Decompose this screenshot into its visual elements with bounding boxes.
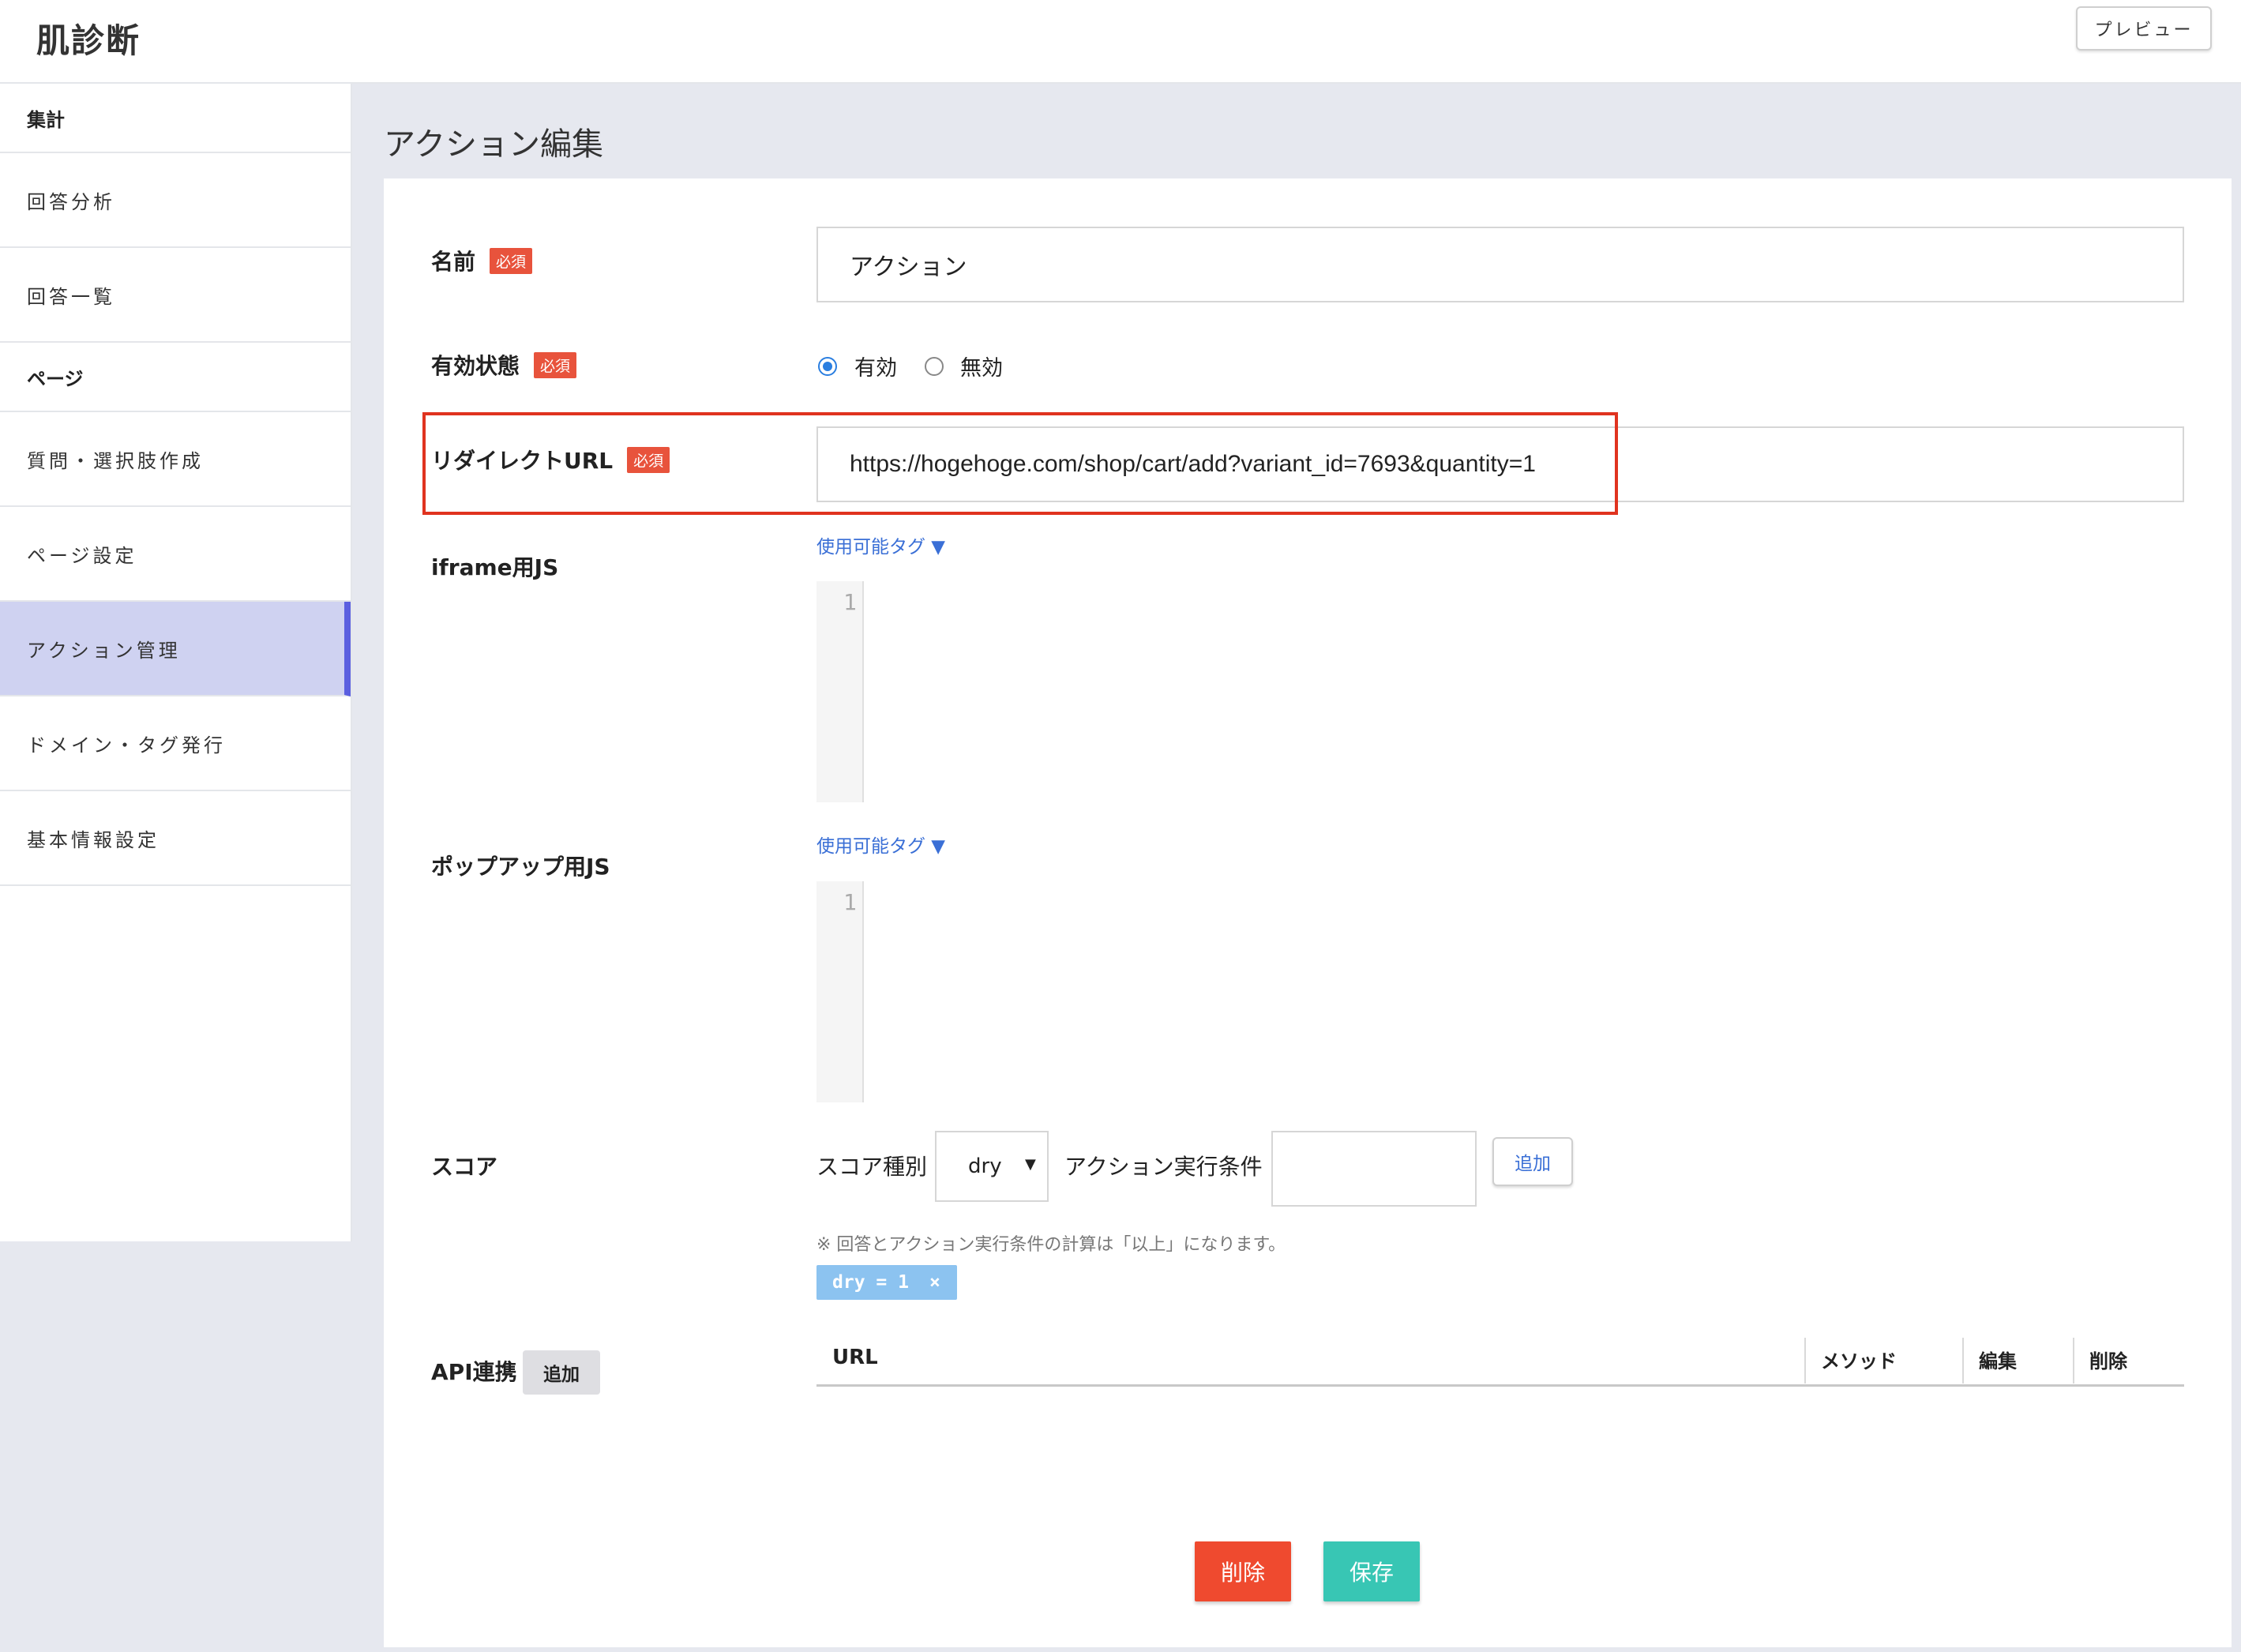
required-badge: 必須 (490, 247, 533, 274)
status-label: 有効状態 必須 (431, 349, 577, 381)
api-column-edit: 編集 (1979, 1350, 2017, 1372)
sidebar-section-page: ページ (0, 343, 351, 412)
popup-available-tags-link[interactable]: 使用可能タグ ▼ (816, 831, 945, 858)
preview-button[interactable]: プレビュー (2076, 6, 2212, 51)
condition-input[interactable] (1271, 1131, 1477, 1207)
sidebar-item-answer-analysis[interactable]: 回答分析 (0, 153, 351, 248)
sidebar-item-answer-list[interactable]: 回答一覧 (0, 248, 351, 343)
form-card (384, 178, 2232, 1647)
name-label-text: 名前 (431, 249, 476, 275)
popup-js-label: ポップアップ用JS (431, 854, 610, 880)
close-icon[interactable]: × (929, 1272, 940, 1293)
app-title: 肌診断 (36, 21, 141, 60)
status-disabled-label[interactable]: 無効 (960, 351, 1003, 381)
name-input[interactable]: アクション (816, 227, 2184, 302)
iframe-js-line-number: 1 (843, 589, 857, 615)
score-type-value: dry (968, 1155, 1002, 1178)
column-divider (2073, 1338, 2074, 1384)
sidebar-item-basic-settings[interactable]: 基本情報設定 (0, 791, 351, 886)
score-type-label: スコア種別 (816, 1154, 928, 1180)
iframe-js-editor-gutter[interactable] (816, 581, 864, 802)
status-disabled-radio[interactable] (925, 357, 944, 376)
status-label-text: 有効状態 (431, 353, 520, 379)
score-chip: dry = 1 × (816, 1265, 957, 1300)
api-column-url: URL (832, 1346, 878, 1369)
sidebar-empty-area (0, 1241, 352, 1652)
app-header: 肌診断 プレビュー (0, 0, 2241, 84)
score-chip-text: dry = 1 (832, 1272, 909, 1293)
score-label: スコア (431, 1154, 498, 1180)
sidebar-section-aggregate: 集計 (0, 84, 351, 153)
sidebar-item-domain-tags[interactable]: ドメイン・タグ発行 (0, 696, 351, 791)
popup-js-line-number: 1 (843, 889, 857, 915)
iframe-available-tags-link[interactable]: 使用可能タグ ▼ (816, 531, 945, 558)
popup-js-editor-gutter[interactable] (816, 881, 864, 1102)
sidebar: 集計 回答分析 回答一覧 ページ 質問・選択肢作成 ページ設定 アクション管理 … (0, 84, 352, 1241)
name-label: 名前 必須 (431, 245, 533, 276)
sidebar-item-page-settings[interactable]: ページ設定 (0, 507, 351, 602)
redirect-url-highlight-box (422, 412, 1618, 515)
score-note: ※ 回答とアクション実行条件の計算は「以上」になります。 (816, 1235, 1286, 1255)
iframe-js-label: iframe用JS (431, 554, 559, 580)
required-badge: 必須 (534, 351, 577, 378)
score-type-select[interactable]: dry ▼ (935, 1131, 1049, 1202)
sidebar-item-questions[interactable]: 質問・選択肢作成 (0, 412, 351, 507)
column-divider (1804, 1338, 1806, 1384)
delete-button[interactable]: 削除 (1195, 1541, 1291, 1601)
column-divider (1962, 1338, 1964, 1384)
status-enabled-label[interactable]: 有効 (854, 351, 897, 381)
chevron-down-icon: ▼ (1025, 1156, 1036, 1173)
api-label: API連携 (431, 1359, 517, 1385)
save-button[interactable]: 保存 (1323, 1541, 1420, 1601)
api-column-delete: 削除 (2089, 1350, 2127, 1372)
status-enabled-radio[interactable] (818, 357, 837, 376)
api-add-button[interactable]: 追加 (523, 1350, 600, 1395)
api-column-method: メソッド (1821, 1350, 1897, 1372)
sidebar-item-action-management[interactable]: アクション管理 (0, 602, 351, 696)
score-add-button[interactable]: 追加 (1492, 1137, 1573, 1186)
api-table-header-border (816, 1384, 2184, 1387)
page-title: アクション編集 (384, 126, 603, 163)
condition-label: アクション実行条件 (1064, 1154, 1263, 1180)
